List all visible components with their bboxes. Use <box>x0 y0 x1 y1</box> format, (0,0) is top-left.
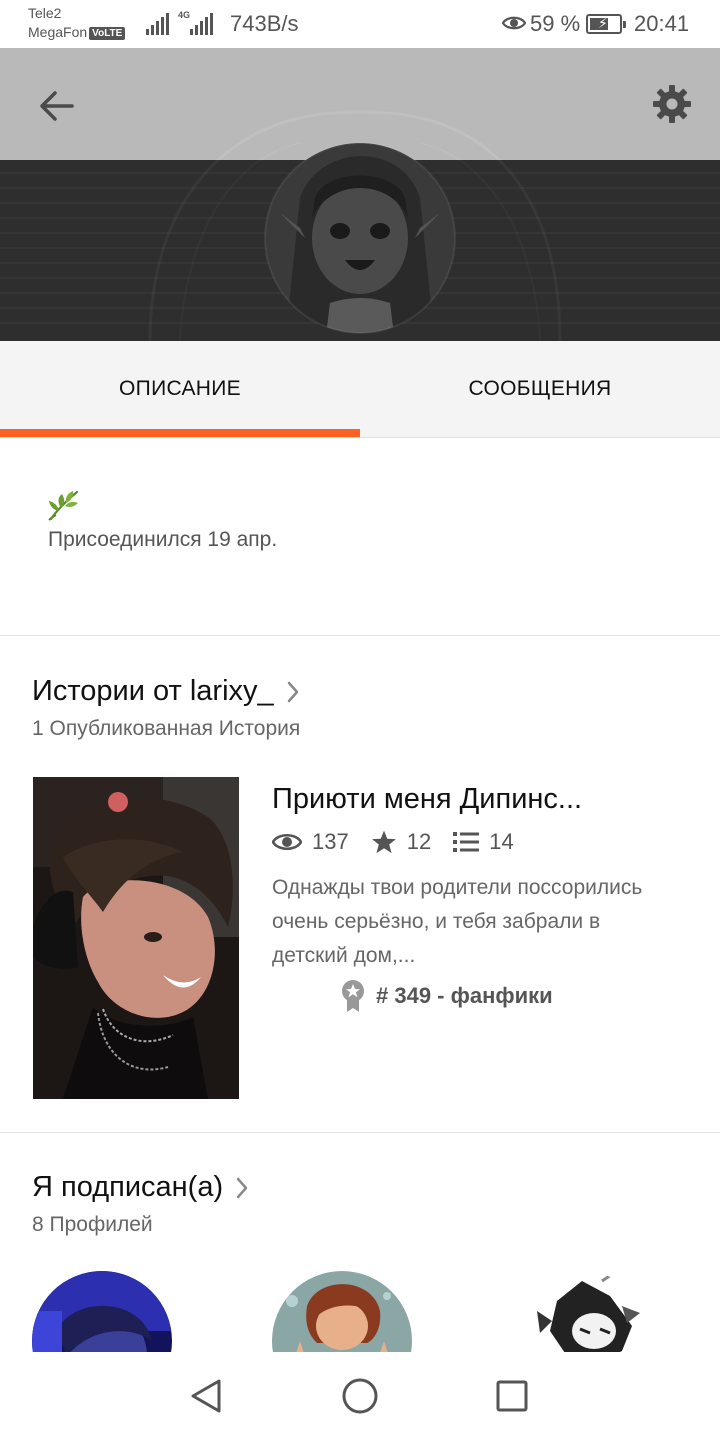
arrow-left-icon <box>40 91 74 121</box>
avatar[interactable] <box>272 1271 412 1353</box>
nav-home-button[interactable] <box>340 1376 380 1416</box>
battery-percent: 59 % <box>530 11 581 36</box>
triangle-back-icon <box>191 1379 221 1413</box>
views-count: 137 <box>312 829 349 854</box>
parts-stat: 14 <box>453 829 514 855</box>
stories-header-link[interactable]: Истории от larixy_ <box>32 675 300 708</box>
following-section: Я подписан(а) 8 Профилей <box>0 1133 720 1353</box>
views-stat: 137 <box>272 829 349 855</box>
joined-date: Присоединился 19 апр. <box>48 528 278 551</box>
following-count: 8 Профилей <box>32 1213 153 1236</box>
star-icon <box>371 830 396 854</box>
chevron-right-icon <box>235 1176 249 1200</box>
leaf-icon <box>47 488 81 527</box>
following-header-link[interactable]: Я подписан(а) <box>32 1171 249 1204</box>
avatar[interactable] <box>512 1271 652 1353</box>
story-description: Однажды твои родители поссорились очень … <box>272 876 643 967</box>
avatar[interactable] <box>32 1271 172 1353</box>
nav-back-button[interactable] <box>186 1376 226 1416</box>
clock: 20:41 <box>634 11 690 36</box>
volte-badge: VoLTE <box>89 27 126 40</box>
carrier-info: Tele2 MegaFon VoLTE <box>28 4 126 42</box>
profile-header <box>0 48 720 341</box>
nav-recents-button[interactable] <box>492 1376 532 1416</box>
votes-count: 12 <box>406 829 432 854</box>
rank-text: # 349 - фанфики <box>376 983 553 1008</box>
stories-count: 1 Опубликованная История <box>32 717 301 740</box>
network-type: 4G <box>178 10 191 20</box>
signal-icon <box>146 13 169 35</box>
eye-comfort-icon <box>501 13 527 38</box>
about-section: Присоединился 19 апр. <box>0 438 720 636</box>
list-icon <box>453 832 480 852</box>
story-stats: 137 12 14 <box>272 829 536 855</box>
network-speed: 743B/s <box>230 11 299 36</box>
story-rank[interactable]: # 349 - фанфики <box>340 979 553 1013</box>
signal-2-icon <box>190 13 213 35</box>
carrier-1: Tele2 <box>28 5 62 21</box>
chevron-right-icon <box>286 680 300 704</box>
tab-messages-label: СООБЩЕНИЯ <box>468 377 612 400</box>
carrier-2: MegaFon <box>28 24 88 40</box>
settings-button[interactable] <box>646 78 698 130</box>
story-cover-image[interactable] <box>33 777 239 1099</box>
votes-stat: 12 <box>371 829 431 855</box>
tab-messages[interactable]: СООБЩЕНИЯ <box>360 341 720 437</box>
back-button[interactable] <box>30 80 82 132</box>
gear-icon <box>653 85 691 123</box>
parts-count: 14 <box>489 829 514 854</box>
stories-title: Истории от larixy_ <box>32 675 274 707</box>
profile-tabs: ОПИСАНИЕ СООБЩЕНИЯ <box>0 341 720 438</box>
status-bar: Tele2 MegaFon VoLTE 4G 743B/s 59 % ⚡ 20:4… <box>0 0 720 48</box>
square-recents-icon <box>496 1380 528 1412</box>
story-title[interactable]: Приюти меня Дипинс... <box>272 783 582 816</box>
circle-home-icon <box>342 1378 378 1414</box>
tab-description-label: ОПИСАНИЕ <box>119 377 241 400</box>
following-title: Я подписан(а) <box>32 1171 224 1203</box>
eye-icon <box>272 833 302 851</box>
award-icon <box>342 980 364 1012</box>
battery-icon: ⚡ <box>586 14 626 34</box>
stories-section: Истории от larixy_ 1 Опубликованная Исто… <box>0 637 720 1133</box>
tab-description[interactable]: ОПИСАНИЕ <box>0 341 360 437</box>
system-nav-bar <box>0 1352 720 1440</box>
profile-banner-image <box>0 110 720 341</box>
